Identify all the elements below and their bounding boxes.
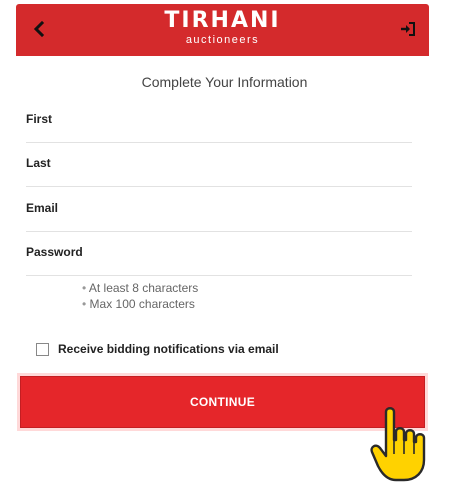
first-name-label: First (26, 112, 53, 126)
notifications-checkbox[interactable] (36, 342, 49, 356)
last-name-input[interactable] (96, 150, 410, 180)
password-label: Password (26, 245, 83, 259)
last-name-field: Last (26, 142, 412, 187)
continue-button[interactable]: CONTINUE (17, 373, 428, 431)
password-rules: At least 8 characters Max 100 characters (82, 280, 198, 312)
notifications-option[interactable]: Receive bidding notifications via email (36, 342, 279, 356)
password-input[interactable] (96, 239, 410, 269)
password-field: Password (26, 231, 412, 276)
brand-logo: TIRHANI auctioneers (16, 8, 429, 47)
form-title: Complete Your Information (141, 74, 308, 90)
email-input[interactable] (96, 195, 410, 225)
first-name-field: First (26, 98, 412, 143)
sign-in-button[interactable] (397, 18, 419, 40)
hand-pointer-icon (370, 407, 426, 482)
sign-in-icon (401, 22, 415, 36)
app-header: TIRHANI auctioneers (16, 4, 429, 56)
email-field: Email (26, 187, 412, 232)
brand-name: TIRHANI (164, 8, 281, 33)
email-label: Email (26, 201, 59, 215)
last-name-label: Last (26, 156, 51, 170)
password-rule: Max 100 characters (82, 296, 198, 312)
notifications-label: Receive bidding notifications via email (58, 342, 279, 356)
brand-tagline: auctioneers (185, 34, 260, 46)
first-name-input[interactable] (96, 106, 410, 136)
password-rule: At least 8 characters (82, 280, 198, 296)
